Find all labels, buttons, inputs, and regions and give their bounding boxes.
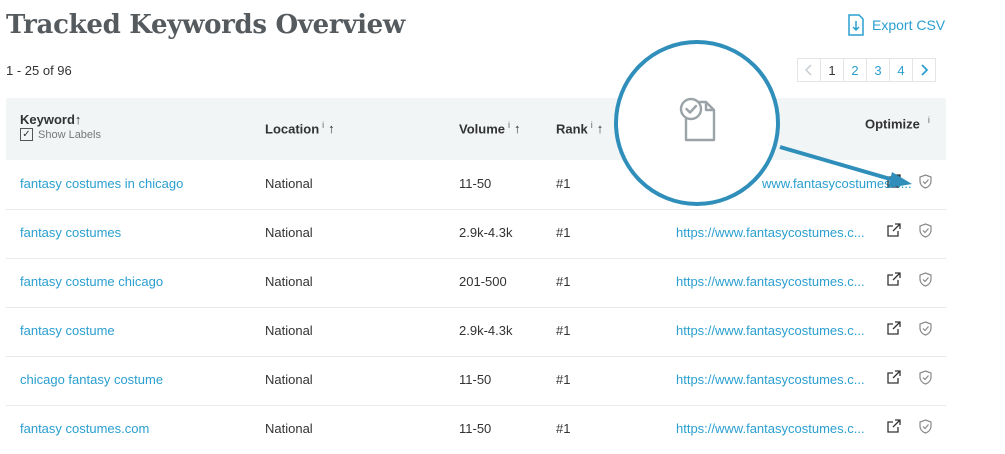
callout-arrow <box>779 145 912 188</box>
